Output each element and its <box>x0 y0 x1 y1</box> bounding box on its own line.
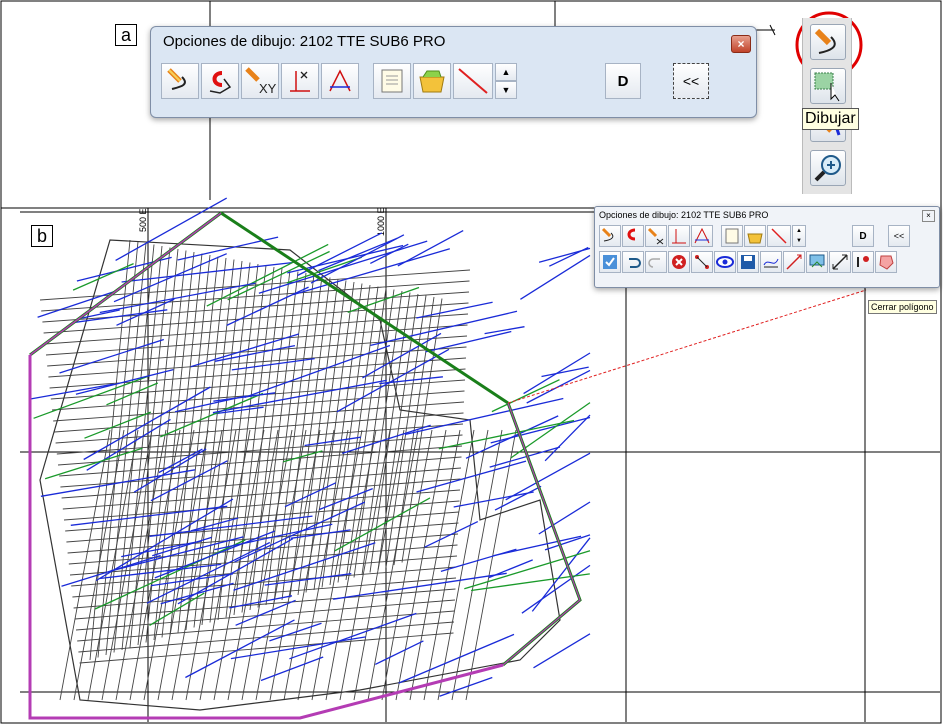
intersection-icon <box>329 69 351 92</box>
curve-tool-button[interactable] <box>622 225 644 247</box>
properties-button[interactable] <box>721 225 743 247</box>
polygon-icon <box>879 255 894 270</box>
line-color-button[interactable] <box>767 225 791 247</box>
collapse-button[interactable]: << <box>673 63 709 99</box>
check-button[interactable] <box>599 251 621 273</box>
delete-button[interactable] <box>668 251 690 273</box>
closing-dashed-line <box>507 289 867 404</box>
bidirectional-icon <box>832 254 848 270</box>
xy-pencil-icon: XY <box>245 67 276 96</box>
open-folder-button[interactable] <box>744 225 766 247</box>
axis-label-500: 500 E <box>138 208 148 232</box>
smooth-button[interactable] <box>760 251 782 273</box>
perpendicular-button[interactable] <box>281 63 319 99</box>
vertex-icon <box>695 255 709 269</box>
select-cursor-icon <box>814 72 840 102</box>
pencil-icon <box>601 227 614 242</box>
document-icon <box>381 69 403 93</box>
undo-button[interactable] <box>622 251 644 273</box>
perpendicular-icon <box>672 229 686 244</box>
vertex-tool-button[interactable] <box>852 251 874 273</box>
smooth-icon <box>763 258 779 268</box>
line-width-spinner[interactable]: ▲ ▼ <box>495 63 517 99</box>
redo-icon <box>648 258 660 268</box>
draw-tooltip: Dibujar <box>802 108 859 130</box>
draw-pencil-button[interactable] <box>599 225 621 247</box>
bidirectional-line-button[interactable] <box>829 251 851 273</box>
right-toolbar <box>802 18 852 194</box>
line-color-icon <box>458 68 488 94</box>
draw-toolbar-button[interactable] <box>810 24 846 60</box>
window-title: Opciones de dibujo: 2102 TTE SUB6 PRO <box>599 210 769 220</box>
drawing-options-window-large[interactable]: Opciones de dibujo: 2102 TTE SUB6 PRO × … <box>150 26 757 118</box>
line-width-spinner[interactable]: ▲ ▼ <box>792 225 806 247</box>
close-button[interactable]: × <box>922 210 935 222</box>
monitor-icon <box>809 254 825 268</box>
perpendicular-button[interactable] <box>668 225 690 247</box>
line-color-button[interactable] <box>453 63 493 99</box>
curve-tool-button[interactable] <box>201 63 239 99</box>
pencil-icon <box>167 68 186 90</box>
polygon-green-right <box>502 402 582 667</box>
intersection-button[interactable] <box>321 63 359 99</box>
move-vertex-button[interactable] <box>691 251 713 273</box>
extend-line-button[interactable] <box>783 251 805 273</box>
delete-icon <box>672 255 686 269</box>
d-button[interactable]: D <box>605 63 641 99</box>
extend-icon <box>786 254 802 270</box>
xy-point-button[interactable] <box>645 225 667 247</box>
screen-button[interactable] <box>806 251 828 273</box>
svg-text:XY: XY <box>259 81 276 96</box>
collapse-button[interactable]: << <box>888 225 910 247</box>
folder-icon <box>419 70 445 93</box>
spin-up-button[interactable]: ▲ <box>495 63 517 81</box>
vertex-tool-icon <box>857 256 869 267</box>
axis-label-1000: 1000 E <box>376 207 386 236</box>
window-title: Opciones de dibujo: 2102 TTE SUB6 PRO <box>163 33 446 50</box>
perpendicular-icon <box>290 71 310 92</box>
document-icon <box>725 228 739 244</box>
view-button[interactable] <box>714 251 736 273</box>
select-toolbar-button[interactable] <box>810 68 846 104</box>
undo-icon <box>629 258 641 268</box>
curve-icon <box>627 228 636 241</box>
pencil-icon <box>814 28 836 54</box>
save-button[interactable] <box>737 251 759 273</box>
zoom-icon <box>814 155 841 182</box>
curve-icon <box>209 71 232 94</box>
intersection-button[interactable] <box>691 225 713 247</box>
close-polygon-button[interactable] <box>875 251 897 273</box>
open-folder-button[interactable] <box>413 63 451 99</box>
d-button[interactable]: D <box>852 225 874 247</box>
drawing-options-window-small[interactable]: Opciones de dibujo: 2102 TTE SUB6 PRO × … <box>594 206 940 288</box>
zoom-toolbar-button[interactable] <box>810 150 846 186</box>
spin-down-button[interactable]: ▼ <box>495 81 517 99</box>
intersection-icon <box>694 227 710 244</box>
save-icon <box>741 255 755 269</box>
redo-button[interactable] <box>645 251 667 273</box>
close-polygon-tooltip: Cerrar polígono <box>868 300 937 314</box>
folder-icon <box>747 233 763 244</box>
properties-button[interactable] <box>373 63 411 99</box>
line-color-icon <box>771 228 787 244</box>
draw-pencil-button[interactable] <box>161 63 199 99</box>
xy-point-button[interactable]: XY <box>241 63 279 99</box>
xy-pencil-icon <box>647 227 664 245</box>
panel-a-label: a <box>115 24 137 46</box>
close-button[interactable]: × <box>731 35 751 53</box>
check-icon <box>603 255 617 269</box>
panel-b-label: b <box>31 225 53 247</box>
eye-icon <box>716 256 734 268</box>
